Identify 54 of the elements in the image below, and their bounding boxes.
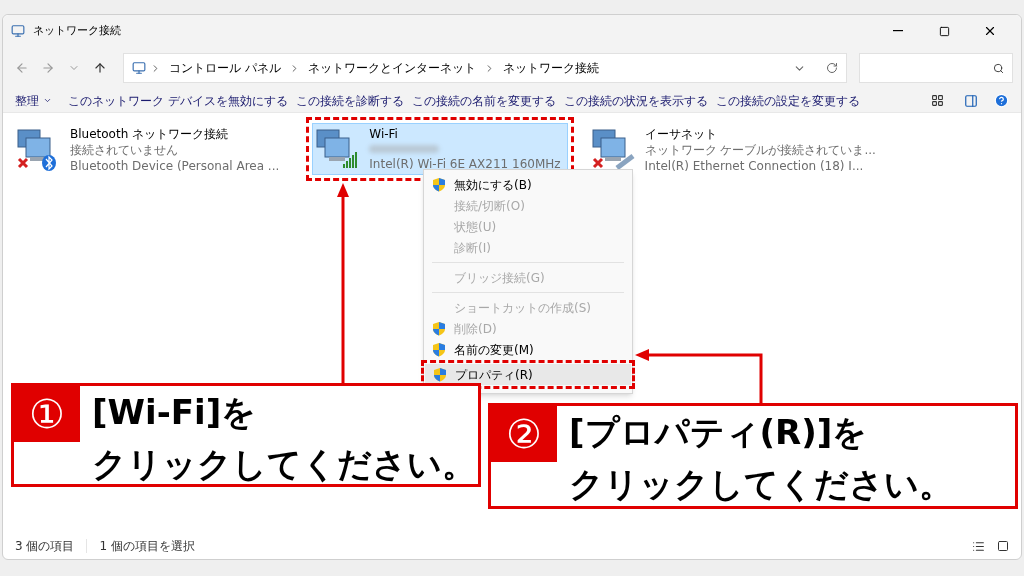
view-options-icon[interactable] bbox=[931, 94, 944, 107]
step-number: ② bbox=[491, 406, 557, 462]
shield-icon bbox=[432, 342, 446, 357]
breadcrumb-item[interactable]: ネットワーク接続 bbox=[498, 59, 603, 77]
shield-icon bbox=[432, 321, 446, 336]
step-number: ① bbox=[14, 386, 80, 442]
connection-item[interactable]: Wi-Fi Intel(R) Wi-Fi 6E AX211 160MHz bbox=[312, 123, 568, 175]
connection-item[interactable]: イーサネット ネットワーク ケーブルが接続されていま... Intel(R) Ethernet Connection (18) I... bbox=[587, 123, 883, 177]
callout-text: [Wi-Fi]を bbox=[91, 391, 257, 434]
callout-text: クリックしてください。 bbox=[568, 463, 954, 506]
device-name: Intel(R) Wi-Fi 6E AX211 160MHz bbox=[369, 156, 561, 172]
shield-icon bbox=[432, 177, 446, 192]
command-button[interactable]: このネットワーク デバイスを無効にする bbox=[64, 91, 292, 110]
menu-item[interactable]: 名前の変更(M) bbox=[424, 339, 632, 360]
network-folder-icon bbox=[132, 61, 146, 75]
network-folder-icon bbox=[11, 24, 25, 38]
preview-pane-icon[interactable] bbox=[964, 93, 978, 108]
caret-icon bbox=[43, 96, 52, 105]
refresh-icon[interactable] bbox=[826, 62, 838, 74]
selection-count: 1 個の項目を選択 bbox=[99, 538, 195, 555]
command-button[interactable]: この接続の状況を表示する bbox=[559, 91, 712, 110]
close-icon bbox=[983, 24, 997, 38]
maximize-icon bbox=[938, 25, 950, 37]
forward-arrow-icon bbox=[41, 61, 55, 75]
blurred-network-name bbox=[369, 145, 440, 153]
organize-menu-button[interactable]: 整理 bbox=[15, 91, 52, 110]
search-field[interactable] bbox=[859, 53, 1013, 83]
help-icon[interactable] bbox=[994, 93, 1009, 108]
device-name: Bluetooth Device (Personal Area ... bbox=[70, 158, 280, 174]
connection-status: 接続されていません bbox=[70, 142, 179, 158]
menu-item[interactable]: 無効にする(B) bbox=[424, 174, 632, 195]
window-title: ネットワーク接続 bbox=[33, 22, 121, 39]
large-icons-view-icon[interactable] bbox=[997, 540, 1009, 552]
address-bar[interactable]: コントロール パネル ネットワークとインターネット ネットワーク接続 bbox=[123, 53, 847, 83]
search-icon bbox=[993, 62, 1004, 74]
network-computer-icon bbox=[590, 126, 637, 172]
details-view-icon[interactable] bbox=[972, 539, 985, 553]
menu-item[interactable]: プロパティ(R) bbox=[425, 364, 631, 385]
connection-status: ネットワーク ケーブルが接続されていま... bbox=[644, 142, 876, 158]
connection-name: Bluetooth ネットワーク接続 bbox=[70, 126, 230, 142]
connection-name: Wi-Fi bbox=[369, 126, 399, 142]
breadcrumb-item[interactable]: ネットワークとインターネット bbox=[303, 59, 480, 77]
connection-item[interactable]: Bluetooth ネットワーク接続 接続されていません Bluetooth Device (Personal Area ... bbox=[13, 123, 287, 177]
breadcrumb-item[interactable]: コントロール パネル bbox=[165, 59, 285, 77]
command-button[interactable]: この接続の名前を変更する bbox=[407, 91, 560, 110]
minimize-icon bbox=[893, 30, 903, 32]
callout-text: [プロパティ(R)]を bbox=[568, 411, 868, 454]
connection-name: イーサネット bbox=[644, 126, 718, 142]
shield-icon bbox=[433, 367, 447, 382]
command-button[interactable]: この接続の設定を変更する bbox=[711, 91, 864, 110]
command-button[interactable]: この接続を診断する bbox=[291, 91, 408, 110]
device-name: Intel(R) Ethernet Connection (18) I... bbox=[644, 158, 865, 174]
callout-text: クリックしてください。 bbox=[91, 443, 477, 486]
item-count: 3 個の項目 bbox=[15, 538, 75, 555]
